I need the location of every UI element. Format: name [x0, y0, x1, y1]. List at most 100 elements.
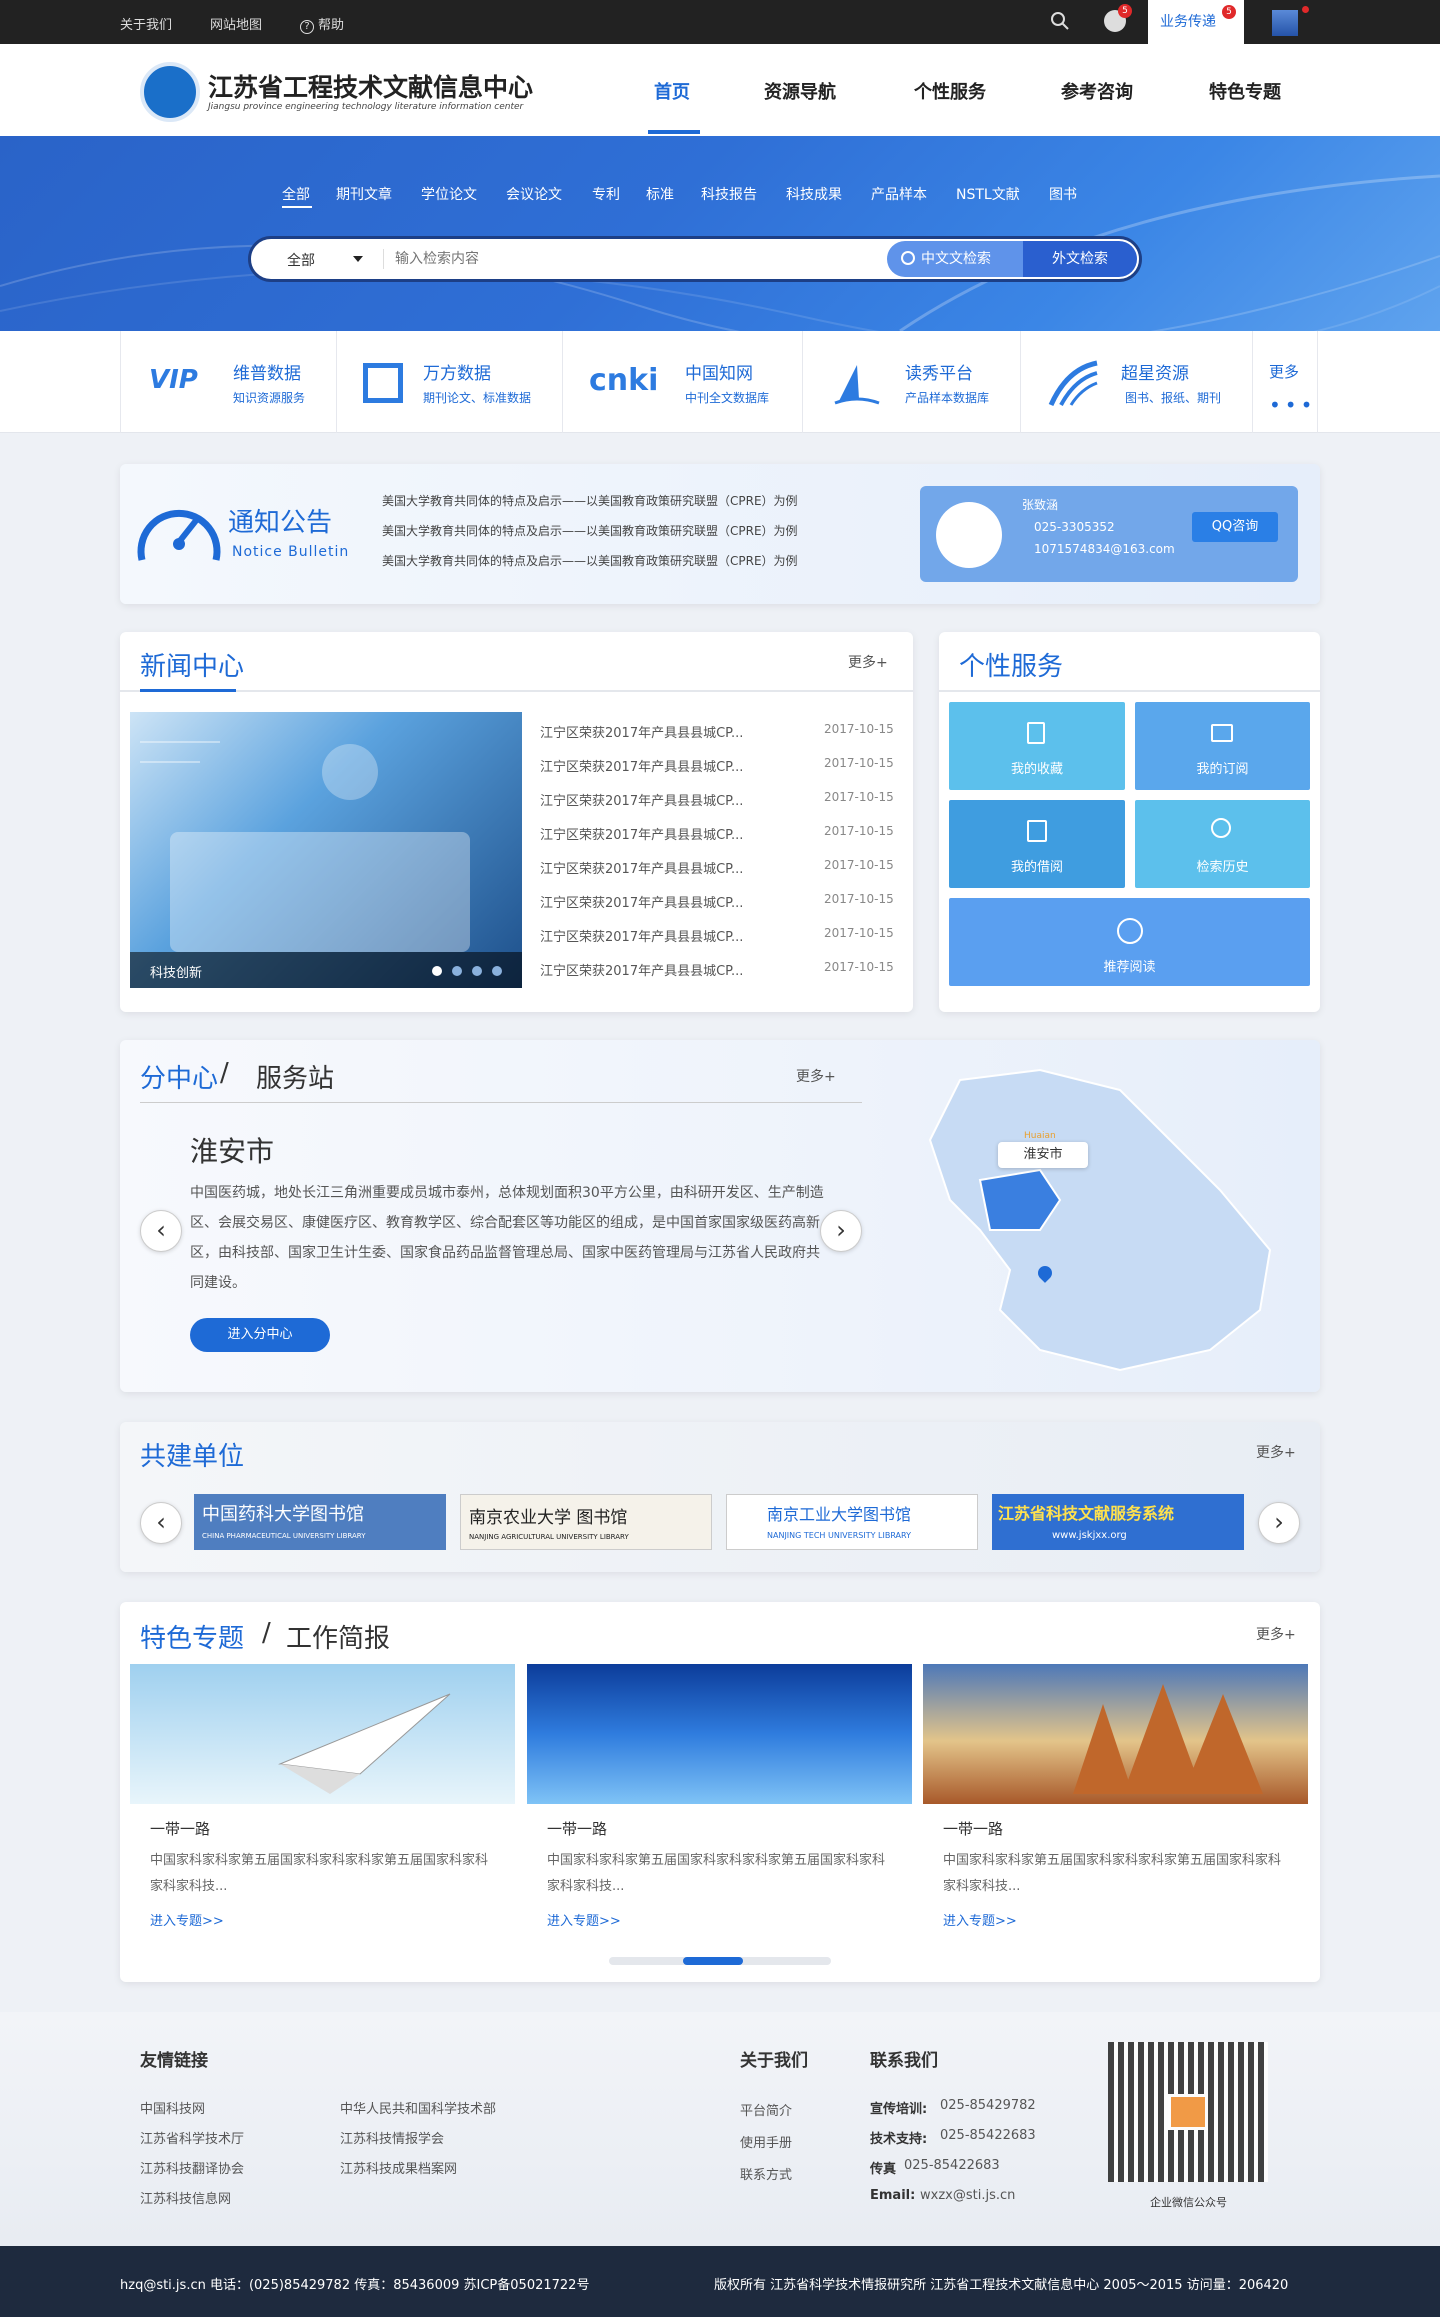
search-icon[interactable] [1050, 11, 1070, 31]
branch-next-button[interactable]: › [820, 1210, 862, 1252]
branch-more-link[interactable]: 更多+ [796, 1066, 836, 1086]
friend-link[interactable]: 江苏科技成果档案网 [340, 2158, 457, 2177]
carousel-dot[interactable] [472, 966, 482, 976]
about-link[interactable]: 平台简介 [740, 2100, 792, 2119]
footer-contact-title: 联系我们 [870, 2051, 938, 2071]
database-vip[interactable]: VIP 维普数据 知识资源服务 [120, 331, 336, 433]
partner-logo[interactable]: 中国药科大学图书馆 CHINA PHARMACEUTICAL UNIVERSIT… [194, 1494, 446, 1550]
list-item[interactable]: 江宁区荣获2017年产具县县城CP... [540, 756, 800, 775]
partners-next-button[interactable]: › [1258, 1502, 1300, 1544]
special-title-a[interactable]: 特色专题 [140, 1618, 244, 1655]
partners-more-link[interactable]: 更多+ [1256, 1442, 1296, 1462]
enter-topic-link[interactable]: 进入专题>> [150, 1910, 224, 1929]
special-more-link[interactable]: 更多+ [1256, 1624, 1296, 1644]
service-search-history[interactable]: 检索历史 [1135, 800, 1310, 888]
footer: 友情链接 中国科技网 江苏省科学技术厅 江苏科技翻译协会 江苏科技信息网 中华人… [0, 2012, 1440, 2246]
topic-card[interactable]: 一带一路 中国家科家科家第五届国家科家科家科家第五届国家科家科家科家科技... … [923, 1664, 1308, 1938]
wechat-qr-code [1108, 2042, 1268, 2182]
news-image[interactable]: 科技创新 [130, 712, 522, 988]
about-link[interactable]: 使用手册 [740, 2132, 792, 2151]
nav-resources[interactable]: 资源导航 [764, 78, 836, 104]
category-all[interactable]: 全部 [282, 184, 310, 204]
service-borrowing[interactable]: 我的借阅 [949, 800, 1125, 888]
category-report[interactable]: 科技报告 [701, 184, 757, 204]
partner-logo[interactable]: 南京农业大学 图书馆 NANJING AGRICULTURAL UNIVERSI… [460, 1494, 712, 1550]
news-date: 2017-10-15 [824, 892, 894, 906]
notification-badge: 5 [1118, 4, 1132, 18]
list-item[interactable]: 江宁区荣获2017年产具县县城CP... [540, 926, 800, 945]
list-item[interactable]: 江宁区荣获2017年产具县县城CP... [540, 790, 800, 809]
notice-item[interactable]: 美国大学教育共同体的特点及启示——以美国教育政策研究联盟（CPRE）为例 [382, 552, 798, 569]
friend-link[interactable]: 江苏科技信息网 [140, 2188, 231, 2207]
category-thesis[interactable]: 学位论文 [421, 184, 477, 204]
branch-title-b[interactable]: 服务站 [256, 1058, 334, 1095]
category-patent[interactable]: 专利 [592, 184, 620, 204]
title-separator: / [220, 1058, 229, 1088]
search-input[interactable] [395, 245, 875, 273]
service-recommended[interactable]: 推荐阅读 [949, 898, 1310, 986]
partner-logo[interactable]: 江苏省科技文献服务系统 www.jskjxx.org [992, 1494, 1244, 1550]
foreign-search-button[interactable]: 外文检索 [1023, 241, 1137, 277]
nav-home[interactable]: 首页 [654, 78, 690, 104]
avatar[interactable] [1272, 10, 1298, 36]
nav-personal-service[interactable]: 个性服务 [914, 78, 986, 104]
divider [120, 690, 913, 692]
footer-links-title: 友情链接 [140, 2051, 208, 2071]
category-nstl[interactable]: NSTL文献 [956, 184, 1020, 204]
carousel-dot-active[interactable] [432, 966, 442, 976]
category-journal[interactable]: 期刊文章 [336, 184, 392, 204]
database-chaoxing[interactable]: 超星资源 图书、报纸、期刊 [1020, 331, 1252, 433]
enter-branch-button[interactable]: 进入分中心 [190, 1318, 330, 1352]
service-subscriptions[interactable]: 我的订阅 [1135, 702, 1310, 790]
topic-card[interactable]: 一带一路 中国家科家科家第五届国家科家科家科家第五届国家科家科家科家科技... … [527, 1664, 912, 1938]
enter-topic-link[interactable]: 进入专题>> [943, 1910, 1017, 1929]
notice-item[interactable]: 美国大学教育共同体的特点及启示——以美国教育政策研究联盟（CPRE）为例 [382, 492, 798, 509]
help-link[interactable]: ? 帮助 [300, 14, 344, 34]
special-title-b[interactable]: 工作简报 [286, 1618, 390, 1655]
list-item[interactable]: 江宁区荣获2017年产具县县城CP... [540, 892, 800, 911]
list-item[interactable]: 江宁区荣获2017年产具县县城CP... [540, 722, 800, 741]
search-type-select[interactable]: 全部 [287, 250, 377, 270]
notice-item[interactable]: 美国大学教育共同体的特点及启示——以美国教育政策研究联盟（CPRE）为例 [382, 522, 798, 539]
database-cnki[interactable]: cnki 中国知网 中刊全文数据库 [562, 331, 802, 433]
chaoxing-logo-icon [1047, 359, 1101, 413]
sitemap-link[interactable]: 网站地图 [210, 14, 262, 33]
friend-link[interactable]: 中华人民共和国科学技术部 [340, 2098, 496, 2117]
list-item[interactable]: 江宁区荣获2017年产具县县城CP... [540, 858, 800, 877]
topic-pagination[interactable] [609, 1957, 831, 1965]
topic-card[interactable]: 一带一路 中国家科家科家第五届国家科家科家科家第五届国家科家科家科家科技... … [130, 1664, 515, 1938]
carousel-dot[interactable] [492, 966, 502, 976]
enter-topic-link[interactable]: 进入专题>> [547, 1910, 621, 1929]
partners-prev-button[interactable]: ‹ [140, 1502, 182, 1544]
nav-consulting[interactable]: 参考咨询 [1061, 78, 1133, 104]
friend-link[interactable]: 江苏科技翻译协会 [140, 2158, 244, 2177]
category-conference[interactable]: 会议论文 [506, 184, 562, 204]
database-duxiu[interactable]: 读秀平台 产品样本数据库 [802, 331, 1020, 433]
list-item[interactable]: 江宁区荣获2017年产具县县城CP... [540, 960, 800, 979]
database-more[interactable]: 更多 ••• [1252, 331, 1318, 433]
category-achievement[interactable]: 科技成果 [786, 184, 842, 204]
partner-logo[interactable]: 南京工业大学图书馆 NANJING TECH UNIVERSITY LIBRAR… [726, 1494, 978, 1550]
friend-link[interactable]: 江苏科技情报学会 [340, 2128, 444, 2147]
cnki-logo-icon: cnki [589, 363, 659, 398]
category-product-sample[interactable]: 产品样本 [871, 184, 927, 204]
branch-title-a[interactable]: 分中心 [140, 1058, 218, 1095]
about-link[interactable]: 联系方式 [740, 2164, 792, 2183]
database-wanfang[interactable]: 万方数据 期刊论文、标准数据 [336, 331, 562, 433]
news-date: 2017-10-15 [824, 824, 894, 838]
friend-link[interactable]: 江苏省科学技术厅 [140, 2128, 244, 2147]
category-book[interactable]: 图书 [1049, 184, 1077, 204]
category-standard[interactable]: 标准 [646, 184, 674, 204]
nav-special-topics[interactable]: 特色专题 [1209, 78, 1281, 104]
service-favorites[interactable]: 我的收藏 [949, 702, 1125, 790]
about-link[interactable]: 关于我们 [120, 14, 172, 33]
contact-avatar [936, 502, 1002, 568]
chinese-search-button[interactable]: 中文文检索 [887, 241, 1023, 277]
qq-consult-button[interactable]: QQ咨询 [1192, 512, 1278, 542]
list-item[interactable]: 江宁区荣获2017年产具县县城CP... [540, 824, 800, 843]
friend-link[interactable]: 中国科技网 [140, 2098, 205, 2117]
branch-prev-button[interactable]: ‹ [140, 1210, 182, 1252]
news-more-link[interactable]: 更多+ [848, 652, 888, 672]
carousel-dot[interactable] [452, 966, 462, 976]
search-divider [383, 249, 384, 269]
